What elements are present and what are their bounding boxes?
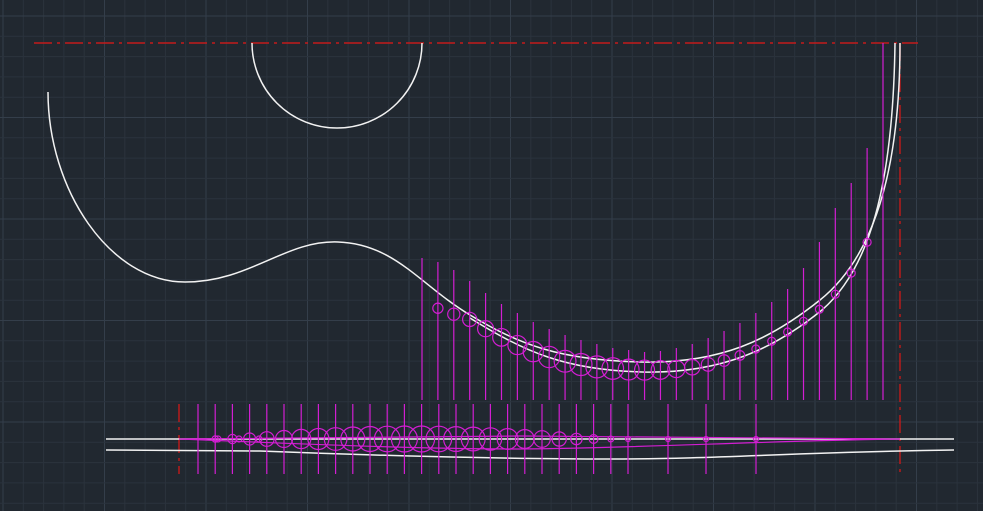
drawing-canvas[interactable] xyxy=(0,0,983,511)
semicircle-arc xyxy=(251,42,423,129)
flat-strip-bottom xyxy=(105,449,955,460)
cad-drawing-viewport[interactable] xyxy=(0,0,983,511)
